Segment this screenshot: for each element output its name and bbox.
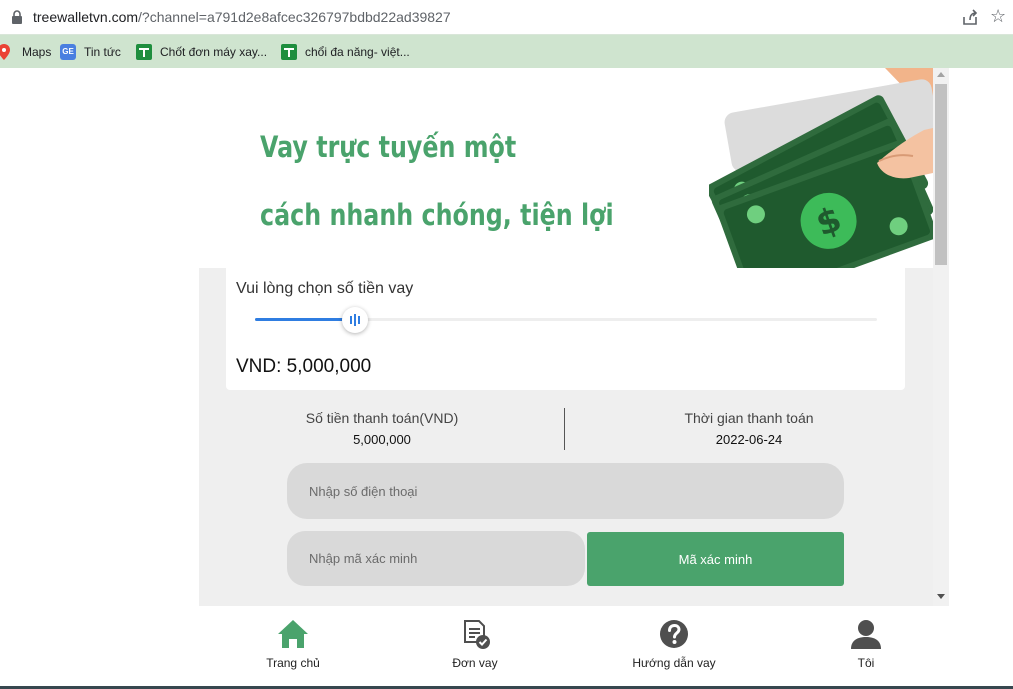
document-check-icon: [464, 620, 490, 649]
payment-date-value: 2022-06-24: [715, 432, 783, 447]
nav-label: Tôi: [857, 656, 875, 670]
nav-label: Trang chủ: [266, 656, 320, 670]
phone-input[interactable]: [287, 463, 844, 519]
payment-amount-label: Số tiền thanh toán(VND): [305, 410, 459, 426]
home-icon: [278, 620, 308, 648]
hero-banner: Vay trực tuyến một cách nhanh chóng, tiệ…: [199, 68, 933, 268]
nav-label: Hướng dẫn vay: [632, 656, 716, 670]
scrollbar-thumb[interactable]: [935, 84, 947, 265]
payment-amount-block: Số tiền thanh toán(VND) 5,000,000: [302, 410, 462, 447]
bookmark-star-icon[interactable]: ☆: [990, 6, 1006, 27]
page-scrollbar[interactable]: [933, 68, 949, 606]
page: Vay trực tuyến một cách nhanh chóng, tiệ…: [0, 68, 1013, 689]
hero-headline-line2: cách nhanh chóng, tiện lợi: [260, 198, 614, 232]
summary-divider: [564, 408, 565, 450]
nav-label: Đơn vay: [452, 656, 498, 670]
payment-amount-value: 5,000,000: [353, 432, 411, 447]
get-verification-code-button[interactable]: Mã xác minh: [587, 532, 844, 586]
share-icon[interactable]: [960, 8, 980, 28]
nav-loan-guide[interactable]: Hướng dẫn vay: [594, 618, 754, 670]
nav-loan-orders[interactable]: Đơn vay: [395, 618, 555, 670]
bookmark-choi-da-nang[interactable]: chổi đa năng- việt...: [281, 42, 410, 62]
url-host: treewalletvn.com: [33, 9, 139, 25]
url-path: /?channel=a791d2e8afcec326797bdbd22ad398…: [138, 9, 451, 25]
loan-amount-slider-fill: [255, 318, 355, 321]
bookmark-label: Maps: [22, 45, 52, 59]
money-in-hand-icon: $: [709, 68, 933, 268]
payment-summary: Số tiền thanh toán(VND) 5,000,000 Thời g…: [199, 404, 933, 454]
bookmark-chot-don[interactable]: Chốt đơn máy xay...: [136, 42, 267, 62]
scroll-down-arrow-icon[interactable]: [937, 594, 945, 599]
loan-content: Vay trực tuyến một cách nhanh chóng, tiệ…: [199, 68, 933, 606]
loan-amount-value: VND: 5,000,000: [236, 356, 372, 377]
payment-date-label: Thời gian thanh toán: [684, 410, 814, 426]
help-circle-icon: [660, 620, 688, 648]
nav-home[interactable]: Trang chủ: [213, 618, 373, 670]
bottom-navigation: Trang chủ Đơn vay Hướng dẫn vay Tôi: [199, 606, 933, 689]
url-text[interactable]: treewalletvn.com/?channel=a791d2e8afcec3…: [33, 9, 451, 25]
bookmark-label: Chốt đơn máy xay...: [160, 45, 268, 59]
google-sheets-icon: [136, 44, 152, 60]
bookmark-label: Tin tức: [84, 45, 121, 59]
loan-amount-card: Vui lòng chọn số tiền vay VND: 5,000,000: [226, 268, 905, 390]
lock-icon[interactable]: [10, 10, 24, 25]
nav-profile[interactable]: Tôi: [786, 618, 946, 670]
maps-pin-icon: [0, 44, 14, 60]
loan-amount-prompt: Vui lòng chọn số tiền vay: [236, 280, 414, 297]
bookmark-tin-tuc[interactable]: GE Tin tức: [60, 42, 121, 62]
google-sheets-icon: [281, 44, 297, 60]
bookmarks-bar: Maps GE Tin tức Chốt đơn máy xay... chổi…: [0, 35, 1013, 68]
loan-amount-slider-thumb[interactable]: [342, 307, 368, 333]
user-icon: [851, 620, 881, 649]
bookmark-label: chổi đa năng- việt...: [305, 45, 410, 59]
hero-headline-line1: Vay trực tuyến một: [260, 130, 517, 164]
google-news-icon: GE: [60, 44, 76, 60]
address-bar[interactable]: treewalletvn.com/?channel=a791d2e8afcec3…: [0, 0, 1013, 35]
verification-code-input[interactable]: [287, 531, 585, 586]
browser-chrome: treewalletvn.com/?channel=a791d2e8afcec3…: [0, 0, 1013, 68]
scroll-up-arrow-icon[interactable]: [937, 72, 945, 77]
bookmark-maps[interactable]: Maps: [0, 42, 51, 62]
payment-date-block: Thời gian thanh toán 2022-06-24: [669, 410, 829, 447]
